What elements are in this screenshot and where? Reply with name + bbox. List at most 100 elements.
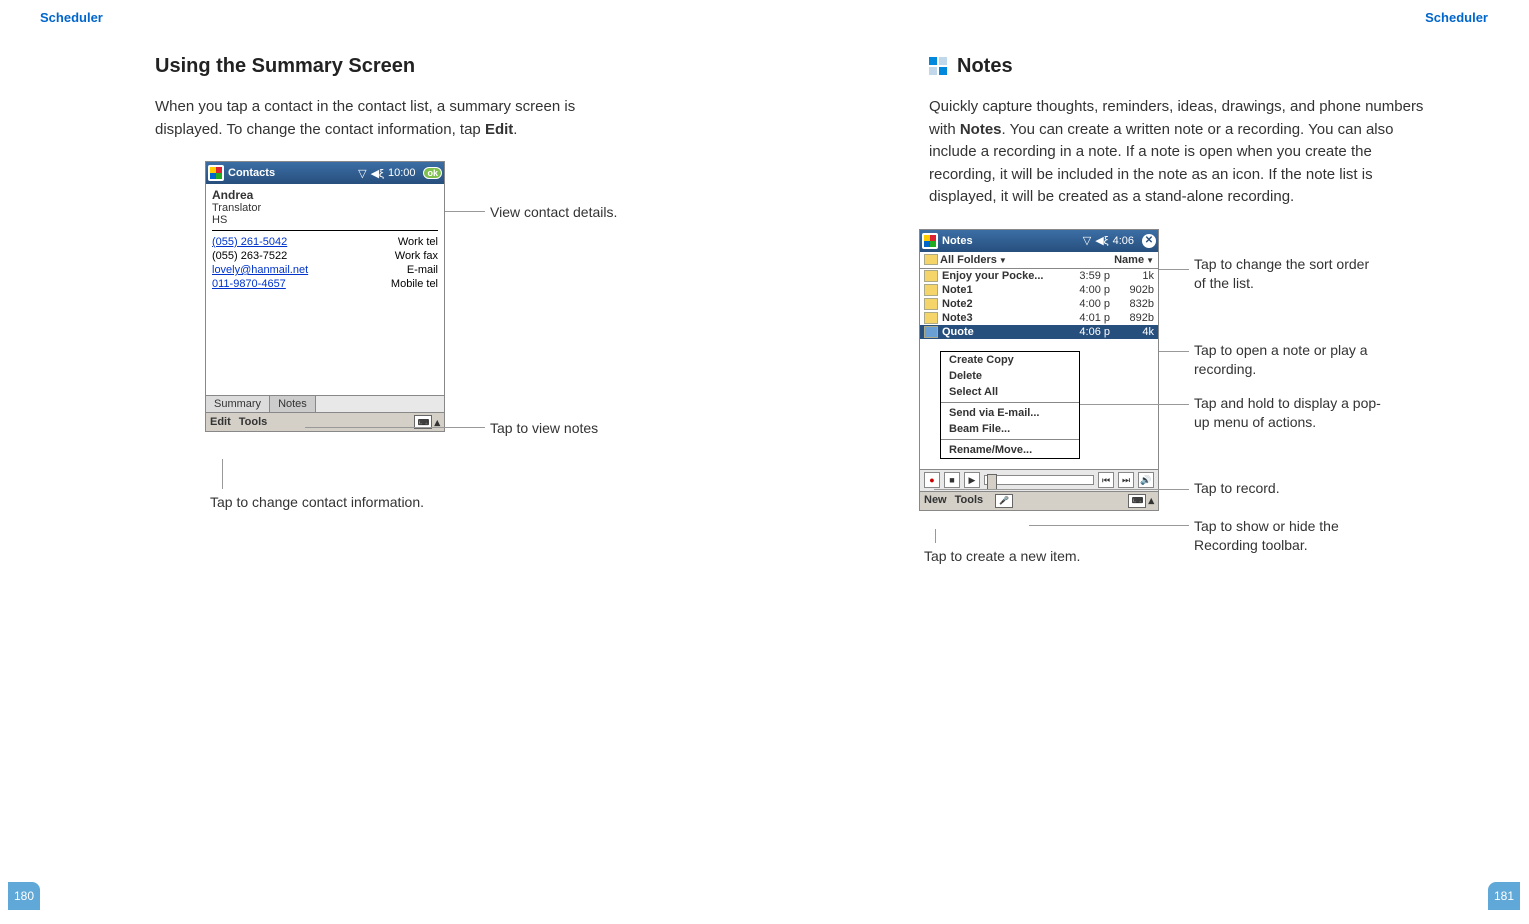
note-name: Note2 [942, 298, 1056, 310]
note-name: Quote [942, 326, 1056, 338]
contact-org: HS [212, 214, 438, 226]
tools-button-notes[interactable]: Tools [955, 494, 984, 508]
app-title: Contacts [228, 167, 358, 179]
header-right: Scheduler [804, 10, 1488, 25]
recording-toolbar: ● ■ ▶ ⏮ ⏭ 🔊 [920, 469, 1158, 491]
volume-button[interactable]: 🔊 [1138, 472, 1154, 488]
callout-popup: Tap and hold to display a pop-up menu of… [1194, 394, 1384, 433]
figure-notes: Notes ▽ ◀ξ 4:06 ✕ All Folders▼ Name▼ Enj… [819, 229, 1438, 649]
next-button[interactable]: ⏭ [1118, 472, 1134, 488]
contact-label: Work fax [395, 250, 438, 262]
stop-button[interactable]: ■ [944, 472, 960, 488]
callout-record: Tap to record. [1194, 479, 1280, 499]
filter-icon: ▽ [358, 167, 366, 180]
menu-item[interactable]: Create Copy [941, 352, 1079, 368]
section-title-notes: Notes [929, 55, 1438, 78]
callout-sort: Tap to change the sort order of the list… [1194, 255, 1384, 294]
status-area: ▽ ◀ξ 10:00 ok [358, 167, 442, 180]
callout-new: Tap to create a new item. [924, 547, 1104, 567]
speaker-icon[interactable]: ◀ξ [371, 167, 384, 180]
note-icon [924, 298, 938, 310]
note-row[interactable]: Note14:00 p902b [920, 283, 1158, 297]
contact-row[interactable]: 011-9870-4657Mobile tel [212, 277, 438, 291]
play-button[interactable]: ▶ [964, 472, 980, 488]
recording-toggle-icon[interactable]: 🎤 [995, 494, 1013, 508]
new-button[interactable]: New [924, 494, 947, 508]
note-size: 892b [1114, 312, 1154, 324]
callout-tap-edit: Tap to change contact information. [210, 493, 424, 513]
page-right: Scheduler Notes Quickly capture thoughts… [764, 0, 1528, 924]
start-icon[interactable] [208, 165, 224, 181]
notes-device: Notes ▽ ◀ξ 4:06 ✕ All Folders▼ Name▼ Enj… [919, 229, 1159, 511]
page-left: Scheduler Using the Summary Screen When … [0, 0, 764, 924]
contact-row[interactable]: (055) 263-7522 Work fax [212, 249, 438, 263]
note-icon [924, 326, 938, 338]
record-button[interactable]: ● [924, 472, 940, 488]
contact-role: Translator [212, 202, 438, 214]
app-title-notes: Notes [942, 235, 1083, 247]
ok-button[interactable]: ok [423, 167, 442, 179]
folder-filter[interactable]: All Folders▼ [924, 254, 1007, 266]
contact-value[interactable]: (055) 261-5042 [212, 236, 287, 248]
callout-tap-notes: Tap to view notes [490, 419, 598, 439]
sort-filter[interactable]: Name▼ [1114, 254, 1154, 266]
contact-value[interactable]: 011-9870-4657 [212, 278, 286, 290]
heading-left: Using the Summary Screen [155, 55, 634, 78]
speaker-icon[interactable]: ◀ξ [1095, 234, 1108, 247]
bottom-bar-notes: New Tools 🎤 ⌨▴ [920, 491, 1158, 510]
note-time: 4:01 p [1060, 312, 1110, 324]
status-area-notes: ▽ ◀ξ 4:06 ✕ [1083, 234, 1156, 248]
tools-button[interactable]: Tools [239, 416, 268, 428]
bottom-bar: Edit Tools ⌨▴ [206, 412, 444, 431]
titlebar-notes: Notes ▽ ◀ξ 4:06 ✕ [920, 230, 1158, 252]
note-row[interactable]: Enjoy your Pocke...3:59 p1k [920, 269, 1158, 283]
header-left: Scheduler [40, 10, 724, 25]
note-row[interactable]: Note2 4:00 p 832b [920, 297, 1158, 311]
edit-button[interactable]: Edit [210, 416, 231, 428]
note-time: 4:00 p [1060, 284, 1110, 296]
contact-summary: Andrea Translator HS (055) 261-5042 Work … [206, 184, 444, 395]
note-time: 4:00 p [1060, 298, 1110, 310]
titlebar-contacts: Contacts ▽ ◀ξ 10:00 ok [206, 162, 444, 184]
context-menu: Create CopyDeleteSelect All Send via E-ma… [940, 351, 1080, 459]
heading-right: Notes [957, 55, 1013, 78]
keyboard-toggle-notes[interactable]: ⌨▴ [1128, 494, 1154, 508]
tab-strip: Summary Notes [206, 395, 444, 412]
contact-value[interactable]: lovely@hanmail.net [212, 264, 308, 276]
notes-list: Enjoy your Pocke...3:59 p1kNote14:00 p90… [920, 269, 1158, 469]
notes-filter-bar: All Folders▼ Name▼ [920, 252, 1158, 269]
note-size: 832b [1114, 298, 1154, 310]
tab-notes[interactable]: Notes [270, 396, 316, 412]
note-size: 4k [1114, 326, 1154, 338]
menu-item[interactable]: Send via E-mail... [941, 405, 1079, 421]
contact-name: Andrea [212, 188, 438, 202]
note-time: 3:59 p [1060, 270, 1110, 282]
prev-button[interactable]: ⏮ [1098, 472, 1114, 488]
contact-row[interactable]: lovely@hanmail.netE-mail [212, 263, 438, 277]
note-icon [924, 312, 938, 324]
clock-time: 10:00 [388, 167, 416, 179]
page-number-right: 181 [1488, 882, 1520, 910]
note-size: 902b [1114, 284, 1154, 296]
contact-label: Work tel [398, 236, 438, 248]
start-icon[interactable] [922, 233, 938, 249]
callout-toolbar: Tap to show or hide the Recording toolba… [1194, 517, 1404, 556]
menu-item[interactable]: Beam File... [941, 421, 1079, 437]
contact-row[interactable]: (055) 261-5042 Work tel [212, 235, 438, 249]
body-left: When you tap a contact in the contact li… [155, 96, 634, 141]
note-icon [924, 284, 938, 296]
note-row[interactable]: Quote4:06 p4k [920, 325, 1158, 339]
note-name: Enjoy your Pocke... [942, 270, 1056, 282]
progress-slider[interactable] [984, 475, 1094, 485]
contact-value[interactable]: (055) 263-7522 [212, 250, 287, 262]
note-row[interactable]: Note34:01 p892b [920, 311, 1158, 325]
page-number-left: 180 [8, 882, 40, 910]
menu-item[interactable]: Select All [941, 384, 1079, 400]
menu-item[interactable]: Delete [941, 368, 1079, 384]
close-button[interactable]: ✕ [1142, 234, 1156, 248]
body-right: Quickly capture thoughts, reminders, ide… [929, 96, 1438, 209]
tab-summary[interactable]: Summary [206, 396, 270, 412]
callout-view-details: View contact details. [490, 203, 630, 223]
menu-item[interactable]: Rename/Move... [941, 442, 1079, 458]
figure-contacts: Contacts ▽ ◀ξ 10:00 ok Andrea Translator… [155, 161, 634, 521]
